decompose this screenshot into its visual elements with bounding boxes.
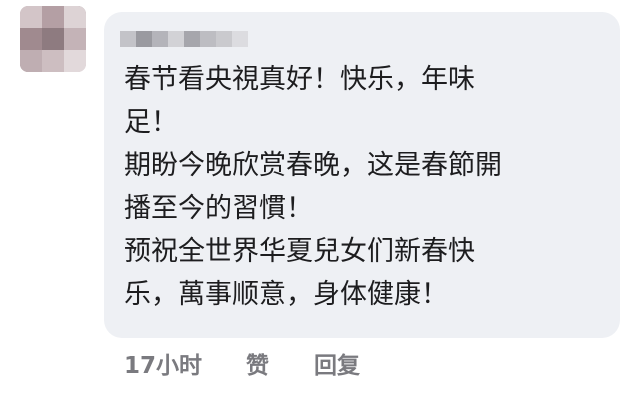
- comment-bubble: 春节看央視真好！快乐，年味 足！ 期盼今晚欣赏春晚，这是春節開 播至今的習慣！ …: [104, 12, 620, 338]
- avatar-pixel: [64, 28, 86, 50]
- comment-text: 春节看央視真好！快乐，年味 足！ 期盼今晚欣赏春晚，这是春節開 播至今的習慣！ …: [124, 64, 502, 310]
- avatar[interactable]: [20, 6, 86, 72]
- username-pixel: [232, 31, 248, 47]
- avatar-pixel: [42, 50, 64, 72]
- comment-screen: 春节看央視真好！快乐，年味 足！ 期盼今晚欣赏春晚，这是春節開 播至今的習慣！ …: [0, 0, 640, 403]
- avatar-pixel: [42, 28, 64, 50]
- avatar-pixel: [20, 50, 42, 72]
- avatar-pixel: [20, 6, 42, 28]
- avatar-pixel: [64, 6, 86, 28]
- username-pixel: [184, 31, 200, 47]
- avatar-pixel: [20, 28, 42, 50]
- timestamp: 17小时: [124, 353, 203, 379]
- reply-button[interactable]: 回复: [314, 348, 360, 384]
- username-pixel: [152, 31, 168, 47]
- avatar-pixel: [64, 50, 86, 72]
- avatar-pixel: [42, 6, 64, 28]
- username-pixel: [136, 31, 152, 47]
- username-pixelated[interactable]: [120, 28, 250, 50]
- username-pixel: [200, 31, 216, 47]
- username-pixel: [168, 31, 184, 47]
- username-pixel: [120, 31, 136, 47]
- like-button[interactable]: 赞: [246, 348, 269, 384]
- username-pixel: [216, 31, 232, 47]
